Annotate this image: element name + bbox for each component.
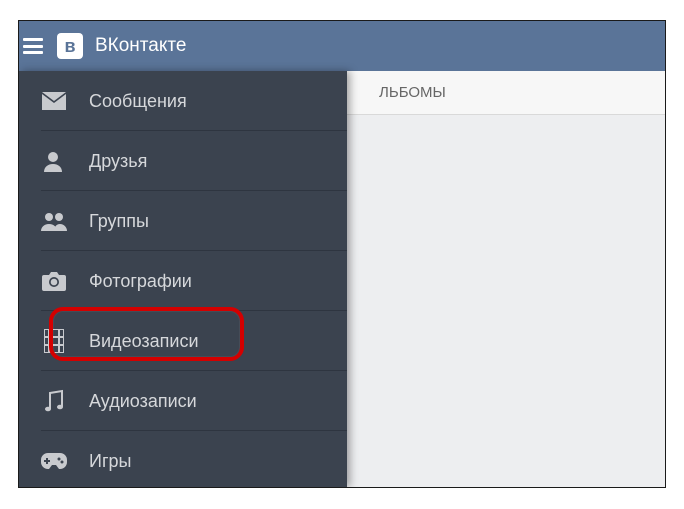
sidebar-item-label: Игры xyxy=(89,451,131,472)
sidebar-item-label: Видеозаписи xyxy=(89,331,199,352)
sidebar-item-audio[interactable]: Аудиозаписи xyxy=(19,371,347,431)
film-icon xyxy=(41,328,67,354)
gamepad-icon xyxy=(41,448,67,474)
sidebar-item-label: Сообщения xyxy=(89,91,187,112)
camera-icon xyxy=(41,268,67,294)
users-icon xyxy=(41,208,67,234)
sidebar-item-games[interactable]: Игры xyxy=(19,431,347,488)
envelope-icon xyxy=(41,88,67,114)
bg-tab-label[interactable]: ЛЬБОМЫ xyxy=(379,84,446,101)
sidebar-item-label: Фотографии xyxy=(89,271,192,292)
sidebar-item-groups[interactable]: Группы xyxy=(19,191,347,251)
sidebar-item-label: Аудиозаписи xyxy=(89,391,197,412)
vk-logo-icon: в xyxy=(57,33,83,59)
user-icon xyxy=(41,148,67,174)
menu-icon[interactable] xyxy=(23,34,47,58)
sidebar-item-messages[interactable]: Сообщения xyxy=(19,71,347,131)
app-window: в ВКонтакте ЛЬБОМЫ Сообщения Друзья Груп… xyxy=(18,20,666,488)
sidebar-item-photos[interactable]: Фотографии xyxy=(19,251,347,311)
music-icon xyxy=(41,388,67,414)
app-title: ВКонтакте xyxy=(95,35,186,57)
sidebar-drawer: Сообщения Друзья Группы Фотографии xyxy=(19,71,347,487)
app-header: в ВКонтакте xyxy=(19,21,665,71)
sidebar-item-label: Группы xyxy=(89,211,149,232)
sidebar-item-friends[interactable]: Друзья xyxy=(19,131,347,191)
sidebar-item-label: Друзья xyxy=(89,151,147,172)
sidebar-item-videos[interactable]: Видеозаписи xyxy=(19,311,347,371)
